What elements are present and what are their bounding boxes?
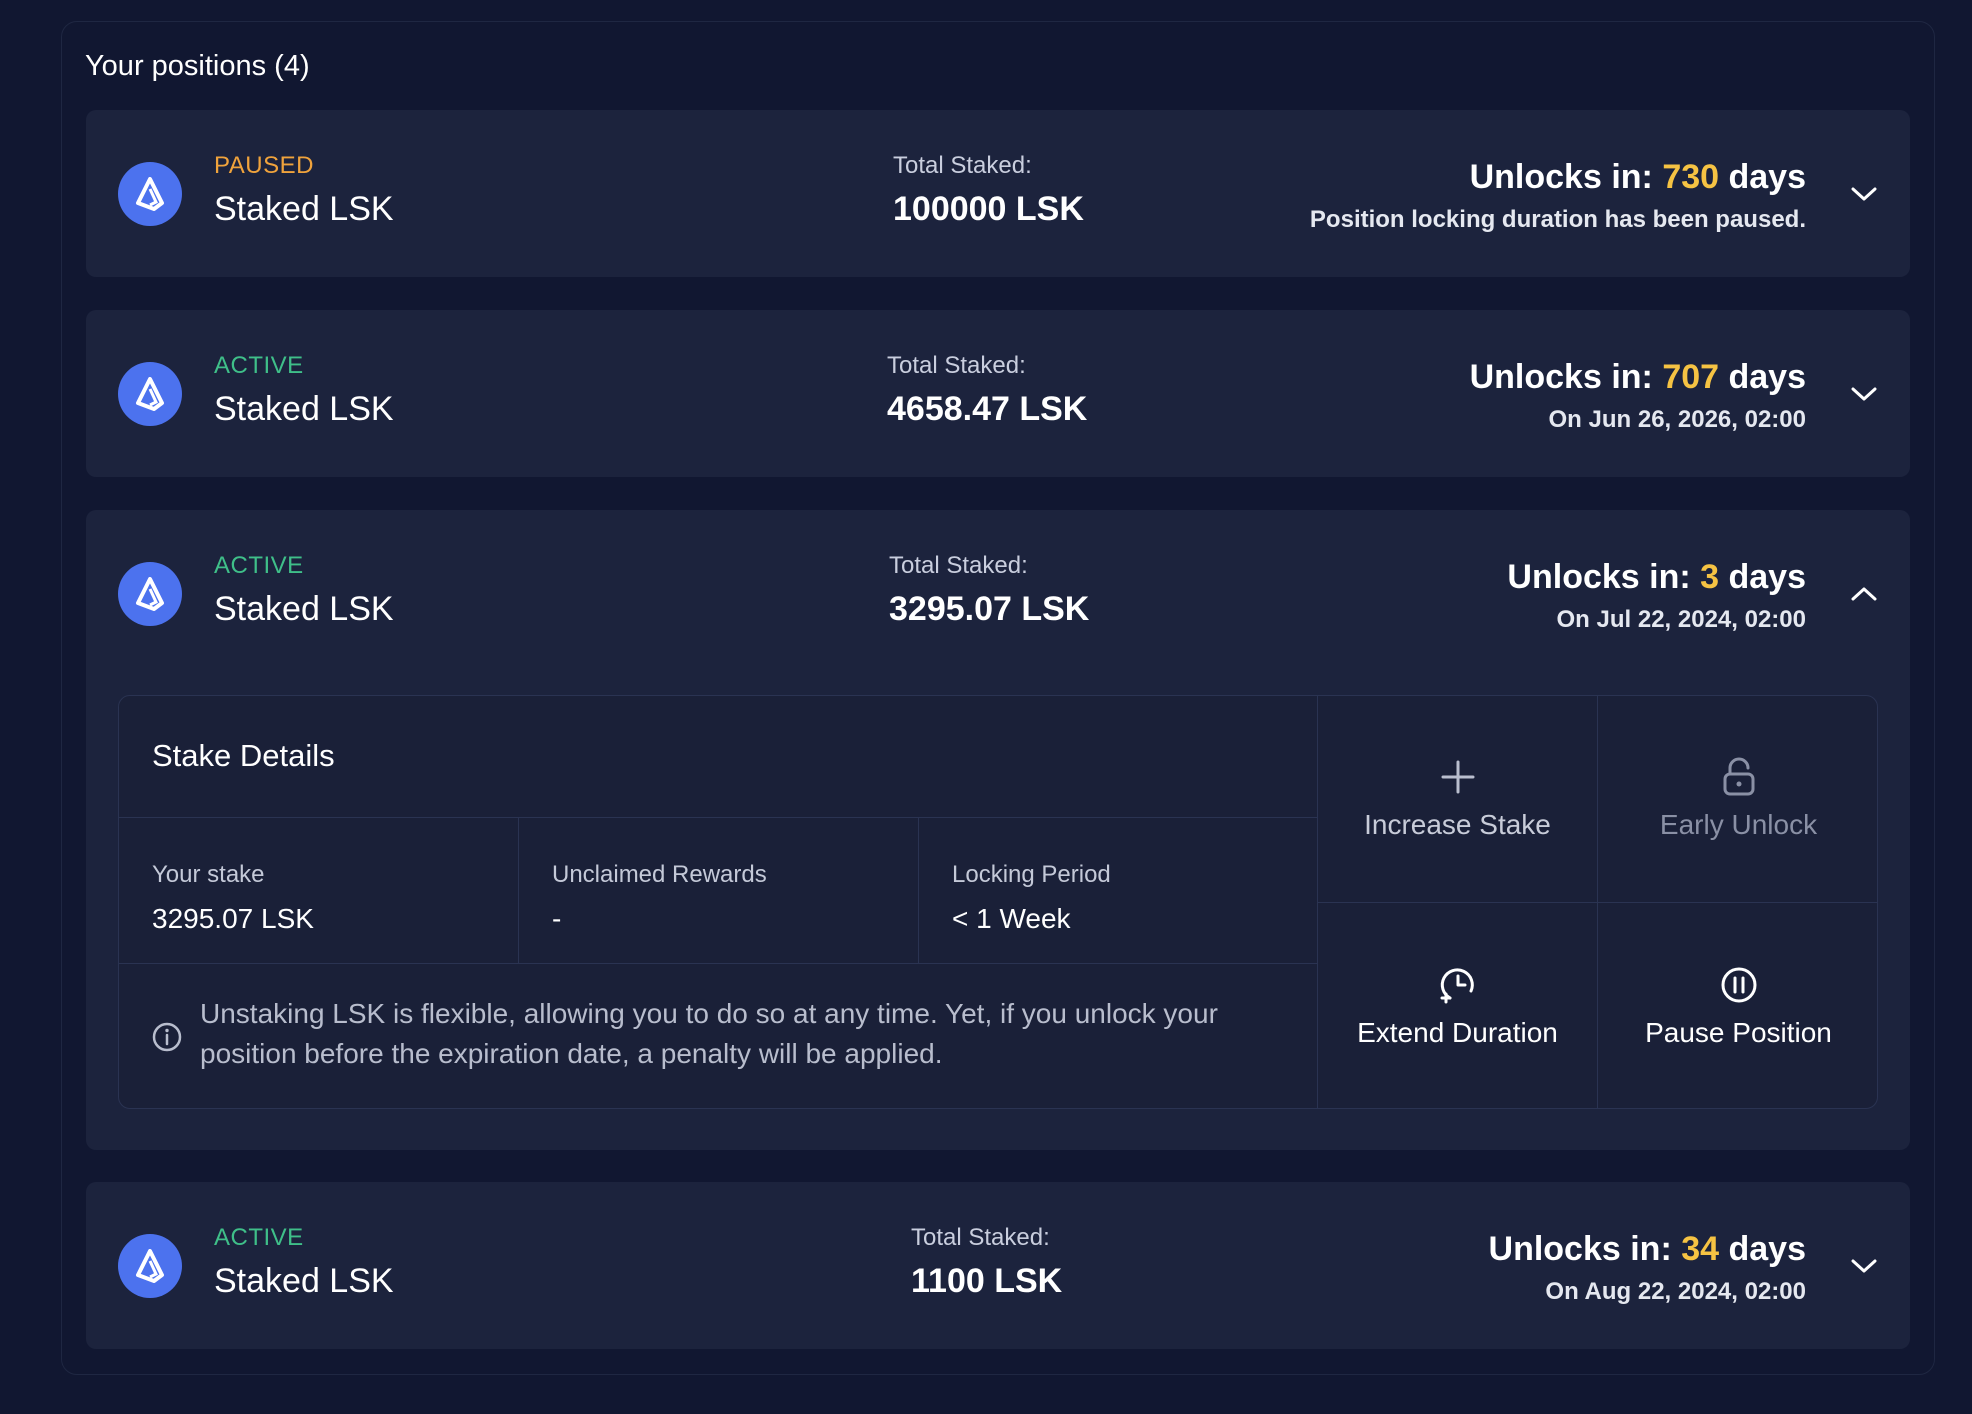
position-card-expanded: ACTIVE Staked LSK Total Staked: 3295.07 … — [86, 510, 1910, 1150]
extend-duration-button[interactable]: Extend Duration — [1318, 903, 1597, 1108]
unlock-suffix: days — [1728, 358, 1807, 396]
lisk-logo-icon — [118, 562, 182, 626]
position-header[interactable]: ACTIVE Staked LSK Total Staked: 4658.47 … — [86, 310, 1910, 477]
position-header[interactable]: ACTIVE Staked LSK Total Staked: 1100 LSK… — [86, 1182, 1910, 1349]
chevron-down-icon[interactable] — [1846, 1248, 1882, 1284]
unlock-subtext: Position locking duration has been pause… — [1309, 206, 1806, 233]
unlock-countdown: Unlocks in: 3 days — [1507, 558, 1806, 597]
lisk-logo-icon — [118, 1234, 182, 1298]
your-stake-value: 3295.07 LSK — [152, 903, 314, 934]
unlock-countdown: Unlocks in: 707 days — [1470, 358, 1806, 397]
unlock-icon — [1719, 757, 1759, 797]
pause-circle-icon — [1719, 965, 1759, 1005]
stake-details: Stake Details Your stake 3295.07 LSK Unc… — [118, 695, 1878, 1109]
chevron-up-icon[interactable] — [1846, 576, 1882, 612]
total-staked-label: Total Staked: — [911, 1224, 1050, 1251]
token-name: Staked LSK — [214, 190, 394, 228]
info-icon — [152, 1022, 182, 1052]
status-badge: ACTIVE — [214, 352, 304, 379]
position-header[interactable]: ACTIVE Staked LSK Total Staked: 3295.07 … — [86, 510, 1910, 677]
divider — [119, 963, 1317, 964]
unlock-subtext: On Jul 22, 2024, 02:00 — [1556, 606, 1806, 633]
token-name: Staked LSK — [214, 390, 394, 428]
unlock-suffix: days — [1728, 1230, 1807, 1268]
extend-duration-label: Extend Duration — [1357, 1016, 1558, 1048]
chevron-down-icon[interactable] — [1846, 376, 1882, 412]
your-stake-label: Your stake — [152, 861, 265, 888]
unlock-prefix: Unlocks in: — [1507, 558, 1691, 596]
pause-position-button[interactable]: Pause Position — [1598, 903, 1877, 1108]
clock-plus-icon — [1438, 965, 1478, 1005]
lisk-logo-icon — [118, 362, 182, 426]
unclaimed-rewards-label: Unclaimed Rewards — [552, 861, 767, 888]
unstaking-info-text: Unstaking LSK is flexible, allowing you … — [200, 998, 1218, 1069]
unlock-subtext: On Aug 22, 2024, 02:00 — [1545, 1278, 1806, 1305]
early-unlock-label: Early Unlock — [1659, 809, 1818, 840]
early-unlock-button[interactable]: Early Unlock — [1598, 696, 1877, 902]
divider — [119, 817, 1317, 818]
position-card[interactable]: ACTIVE Staked LSK Total Staked: 4658.47 … — [86, 310, 1910, 477]
plus-icon — [1438, 757, 1478, 797]
unlock-subtext: On Jun 26, 2026, 02:00 — [1548, 406, 1806, 433]
total-staked-value: 4658.47 LSK — [887, 390, 1088, 428]
increase-stake-button[interactable]: Increase Stake — [1318, 696, 1597, 902]
pause-position-label: Pause Position — [1645, 1016, 1832, 1048]
status-badge: ACTIVE — [214, 1224, 304, 1251]
total-staked-value: 1100 LSK — [911, 1262, 1063, 1300]
position-card[interactable]: ACTIVE Staked LSK Total Staked: 1100 LSK… — [86, 1182, 1910, 1349]
lisk-logo-icon — [118, 162, 182, 226]
total-staked-label: Total Staked: — [893, 152, 1032, 179]
unlock-days: 730 — [1662, 158, 1720, 196]
stake-details-title: Stake Details — [152, 738, 335, 773]
total-staked-label: Total Staked: — [887, 352, 1026, 379]
increase-stake-label: Increase Stake — [1364, 809, 1551, 840]
divider — [918, 817, 919, 963]
unlock-days: 707 — [1662, 358, 1720, 396]
positions-title: Your positions (4) — [85, 50, 310, 82]
total-staked-label: Total Staked: — [889, 552, 1028, 579]
unlock-countdown: Unlocks in: 34 days — [1489, 1230, 1806, 1269]
token-name: Staked LSK — [214, 590, 394, 628]
total-staked-value: 3295.07 LSK — [889, 590, 1090, 628]
unlock-prefix: Unlocks in: — [1469, 158, 1653, 196]
unlock-prefix: Unlocks in: — [1488, 1230, 1672, 1268]
total-staked-value: 100000 LSK — [893, 190, 1084, 228]
unlock-countdown: Unlocks in: 730 days — [1470, 158, 1806, 197]
locking-period-label: Locking Period — [952, 861, 1111, 888]
position-card[interactable]: PAUSED Staked LSK Total Staked: 100000 L… — [86, 110, 1910, 277]
status-badge: PAUSED — [214, 152, 314, 179]
unclaimed-rewards-value: - — [552, 903, 562, 934]
divider — [518, 817, 519, 963]
unlock-suffix: days — [1728, 158, 1807, 196]
position-header[interactable]: PAUSED Staked LSK Total Staked: 100000 L… — [86, 110, 1910, 277]
token-name: Staked LSK — [214, 1262, 394, 1300]
locking-period-value: < 1 Week — [952, 903, 1071, 934]
unlock-prefix: Unlocks in: — [1469, 358, 1653, 396]
unlock-suffix: days — [1728, 558, 1807, 596]
unlock-days: 3 — [1700, 558, 1720, 596]
status-badge: ACTIVE — [214, 552, 304, 579]
unlock-days: 34 — [1681, 1230, 1720, 1268]
chevron-down-icon[interactable] — [1846, 176, 1882, 212]
